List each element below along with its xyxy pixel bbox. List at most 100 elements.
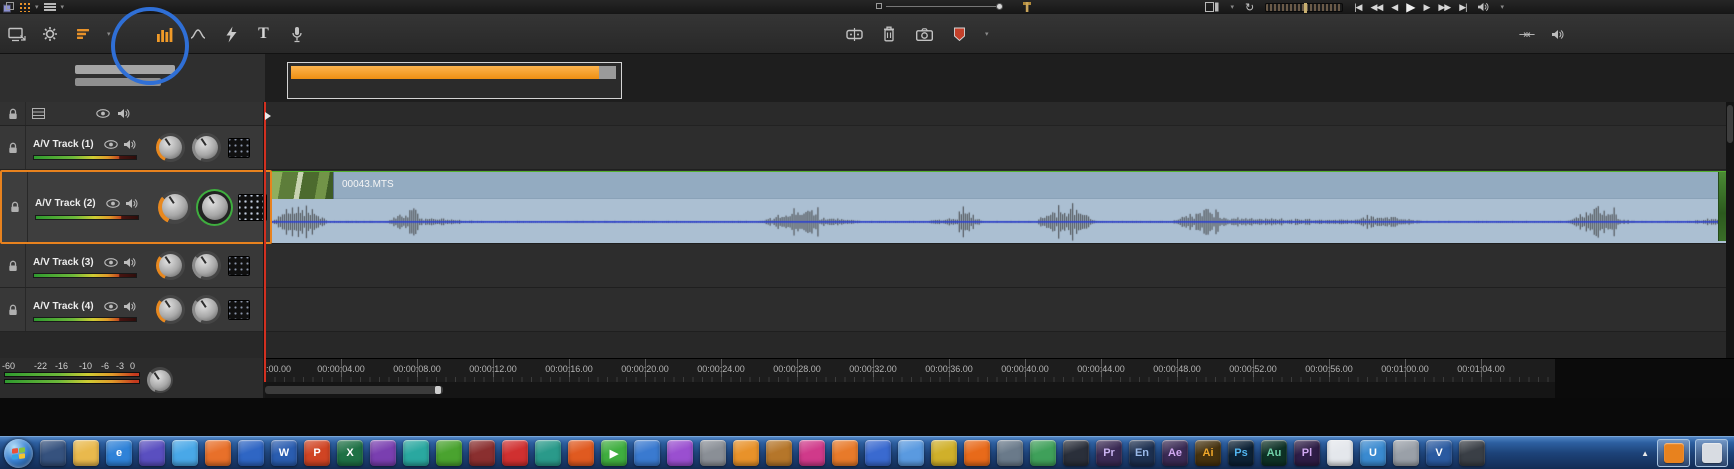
scrollbar-handle[interactable] [265,386,443,394]
taskbar-item-prelude[interactable]: Pl [1294,440,1320,466]
track-speaker-icon[interactable] [125,198,138,209]
split-clip-icon[interactable] [222,22,240,46]
taskbar-item-app-play[interactable]: ▶ [601,440,627,466]
taskbar-item-app-green2[interactable] [1030,440,1056,466]
taskbar-item-app-ring[interactable] [832,440,858,466]
timeline-empty-area[interactable] [0,332,1734,358]
track-pan-knob[interactable] [198,190,231,224]
taskbar-item-app-lightblue[interactable] [898,440,924,466]
zoom-slider-handle[interactable] [996,2,1003,10]
track-volume-knob[interactable] [156,251,185,280]
taskbar-item-app-green[interactable] [436,440,462,466]
track-lock-icon[interactable] [0,126,26,169]
jump-start-icon[interactable]: |◀ [1354,2,1362,13]
track-content-3[interactable] [263,244,1734,288]
taskbar-item-folder[interactable] [73,440,99,466]
taskbar-item-printer[interactable] [1393,440,1419,466]
track-options-icon[interactable] [26,108,50,119]
apps-grid-icon[interactable] [19,1,30,13]
taskbar-item-firefox[interactable] [205,440,231,466]
snapshot-icon[interactable] [915,22,933,46]
track-lock-icon[interactable] [0,244,26,287]
zoom-out-handle[interactable] [876,3,882,9]
track-grid-button[interactable] [228,137,250,158]
track-volume-knob[interactable] [158,190,191,224]
track-speaker-icon[interactable] [123,301,136,312]
razor-icon[interactable] [845,22,863,46]
step-back-icon[interactable]: ◀ [1391,2,1398,13]
video-clip[interactable]: 00043.MTS [272,171,1734,243]
taskbar-item-app-blue3[interactable]: U [1360,440,1386,466]
trim-mode-icon[interactable]: ⇥⇤ [1517,22,1535,46]
shuttle-jog-control[interactable] [1265,2,1344,13]
taskbar-item-app-cyan[interactable] [535,440,561,466]
track-content-4[interactable] [263,288,1734,332]
taskbar-item-app-purple[interactable] [139,440,165,466]
taskbar-item-app-flame[interactable] [964,440,990,466]
markers-icon[interactable] [74,22,92,46]
taskbar-item-app-magenta[interactable] [799,440,825,466]
track-monitor-eye-icon[interactable] [104,301,118,311]
taskbar-item-app-slate[interactable] [997,440,1023,466]
navigator-view-window[interactable] [287,62,622,99]
taskbar-item-app-brown[interactable] [766,440,792,466]
taskbar-item-internet-explorer[interactable]: e [106,440,132,466]
taskbar-item-app-maroon[interactable] [469,440,495,466]
taskbar-item-app-orangered[interactable] [568,440,594,466]
taskbar-item-app-gold[interactable] [931,440,957,466]
voice-over-icon[interactable] [288,22,306,46]
hamburger-menu-caret-icon[interactable]: ▾ [61,4,65,11]
navigator-clip-bar[interactable] [291,66,599,79]
apps-grid-caret-icon[interactable]: ▾ [35,4,39,11]
start-button[interactable] [4,438,33,468]
taskbar-item-audition[interactable]: Au [1261,440,1287,466]
taskbar-item-app-purple2[interactable] [667,440,693,466]
flag-marker-caret-icon[interactable]: ▾ [985,31,989,38]
step-forward-icon[interactable]: ▶ [1423,2,1430,13]
taskbar-item-illustrator[interactable]: Ai [1195,440,1221,466]
window-icon[interactable] [3,1,14,13]
delete-icon[interactable] [880,22,898,46]
jump-end-icon[interactable]: ▶| [1459,2,1467,13]
audio-ducking-icon[interactable] [189,22,207,46]
taskbar-item-camera-app[interactable] [1459,440,1485,466]
global-eye-icon[interactable] [96,109,110,118]
play-icon[interactable]: ▶ [1406,0,1415,14]
export-icon[interactable] [8,22,26,46]
track-monitor-eye-icon[interactable] [106,199,120,208]
settings-icon[interactable] [41,22,59,46]
audio-mixer-icon[interactable] [156,22,174,46]
title-editor-icon[interactable]: T [255,22,273,46]
track-pan-knob[interactable] [192,295,221,324]
taskbar-item-app-white[interactable] [1327,440,1353,466]
track-grid-button[interactable] [228,255,250,276]
audio-scrub-icon[interactable] [1548,22,1566,46]
zoom-slider-track[interactable] [886,2,1003,10]
vertical-scrollbar-handle[interactable] [1727,105,1733,143]
taskbar-item-app-skyblue[interactable] [172,440,198,466]
track-lock-icon[interactable] [2,172,28,242]
scrollbar-nub[interactable] [435,386,441,394]
markers-caret-icon[interactable]: ▾ [107,31,111,38]
taskbar-item-app-orange[interactable] [733,440,759,466]
taskbar-tray-expand-icon[interactable]: ▲ [1638,449,1652,458]
track-header-3[interactable]: A/V Track (3) [0,244,263,288]
taskbar-item-photoshop[interactable]: Ps [1228,440,1254,466]
layout-icon[interactable] [1205,1,1219,13]
ruler[interactable]: :00.00 00:00:04.00 00:00:08.00 00:00:12.00 0… [265,358,1734,382]
track-monitor-eye-icon[interactable] [104,257,118,267]
hamburger-menu-icon[interactable] [43,1,56,13]
taskbar-item-app-dark[interactable] [1063,440,1089,466]
track-pan-knob[interactable] [192,251,221,280]
taskbar-item-premiere[interactable]: Pr [1096,440,1122,466]
volume-caret-icon[interactable]: ▾ [1500,4,1504,11]
track-monitor-eye-icon[interactable] [104,139,118,149]
taskbar-item-app-blue2[interactable] [634,440,660,466]
taskbar-running-pinnacle[interactable] [1657,439,1690,467]
track-speaker-icon[interactable] [123,257,136,268]
playhead[interactable] [264,102,271,382]
master-volume-knob[interactable] [147,367,173,393]
layout-caret-icon[interactable]: ▾ [1230,4,1234,11]
vertical-scrollbar[interactable] [1726,102,1734,358]
taskbar-item-after-effects[interactable]: Ae [1162,440,1188,466]
